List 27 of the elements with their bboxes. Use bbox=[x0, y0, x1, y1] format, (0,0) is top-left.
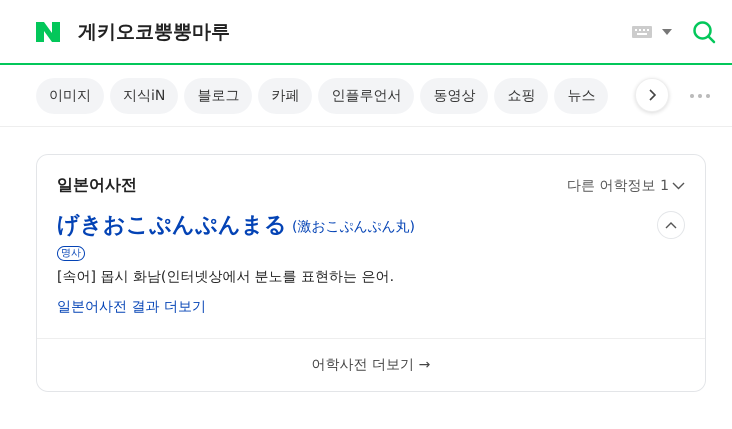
entry-kanji: (激おこぷんぷん丸) bbox=[292, 218, 416, 236]
category-tab[interactable]: 이미지 bbox=[36, 78, 104, 114]
search-query[interactable]: 게키오코뿡뿡마루 bbox=[78, 18, 632, 44]
category-tab[interactable]: 인플루언서 bbox=[318, 78, 414, 114]
collapse-button[interactable] bbox=[657, 211, 685, 239]
chevron-up-icon bbox=[665, 221, 677, 229]
category-tab[interactable]: 지식iN bbox=[110, 78, 178, 114]
definition-text: [속어] 몹시 화남(인터넷상에서 분노를 표현하는 은어. bbox=[57, 268, 396, 286]
dictionary-more-link[interactable]: 어학사전 더보기 → bbox=[312, 356, 430, 374]
more-results-link[interactable]: 일본어사전 결과 더보기 bbox=[57, 298, 206, 316]
keyboard-icon[interactable] bbox=[632, 26, 652, 38]
scroll-right-button[interactable] bbox=[635, 78, 669, 112]
category-tab[interactable]: 쇼핑 bbox=[494, 78, 548, 114]
part-of-speech-tag: 명사 bbox=[57, 246, 85, 261]
caret-icon[interactable] bbox=[662, 28, 672, 34]
card-title: 일본어사전 bbox=[57, 175, 137, 196]
other-info-button[interactable]: 다른 어학정보 1 bbox=[567, 176, 685, 194]
chevron-right-icon bbox=[648, 89, 656, 101]
logo-icon[interactable] bbox=[36, 22, 60, 42]
category-tab[interactable]: 블로그 bbox=[184, 78, 252, 114]
category-tab[interactable]: 동영상 bbox=[420, 78, 488, 114]
search-icon[interactable] bbox=[692, 20, 716, 44]
chevron-down-icon bbox=[672, 182, 685, 190]
category-tab[interactable]: 카페 bbox=[258, 78, 312, 114]
category-tab[interactable]: 뉴스 bbox=[554, 78, 608, 114]
more-icon[interactable] bbox=[690, 94, 710, 98]
entry-word[interactable]: げきおこぷんぷんまる bbox=[57, 210, 287, 240]
